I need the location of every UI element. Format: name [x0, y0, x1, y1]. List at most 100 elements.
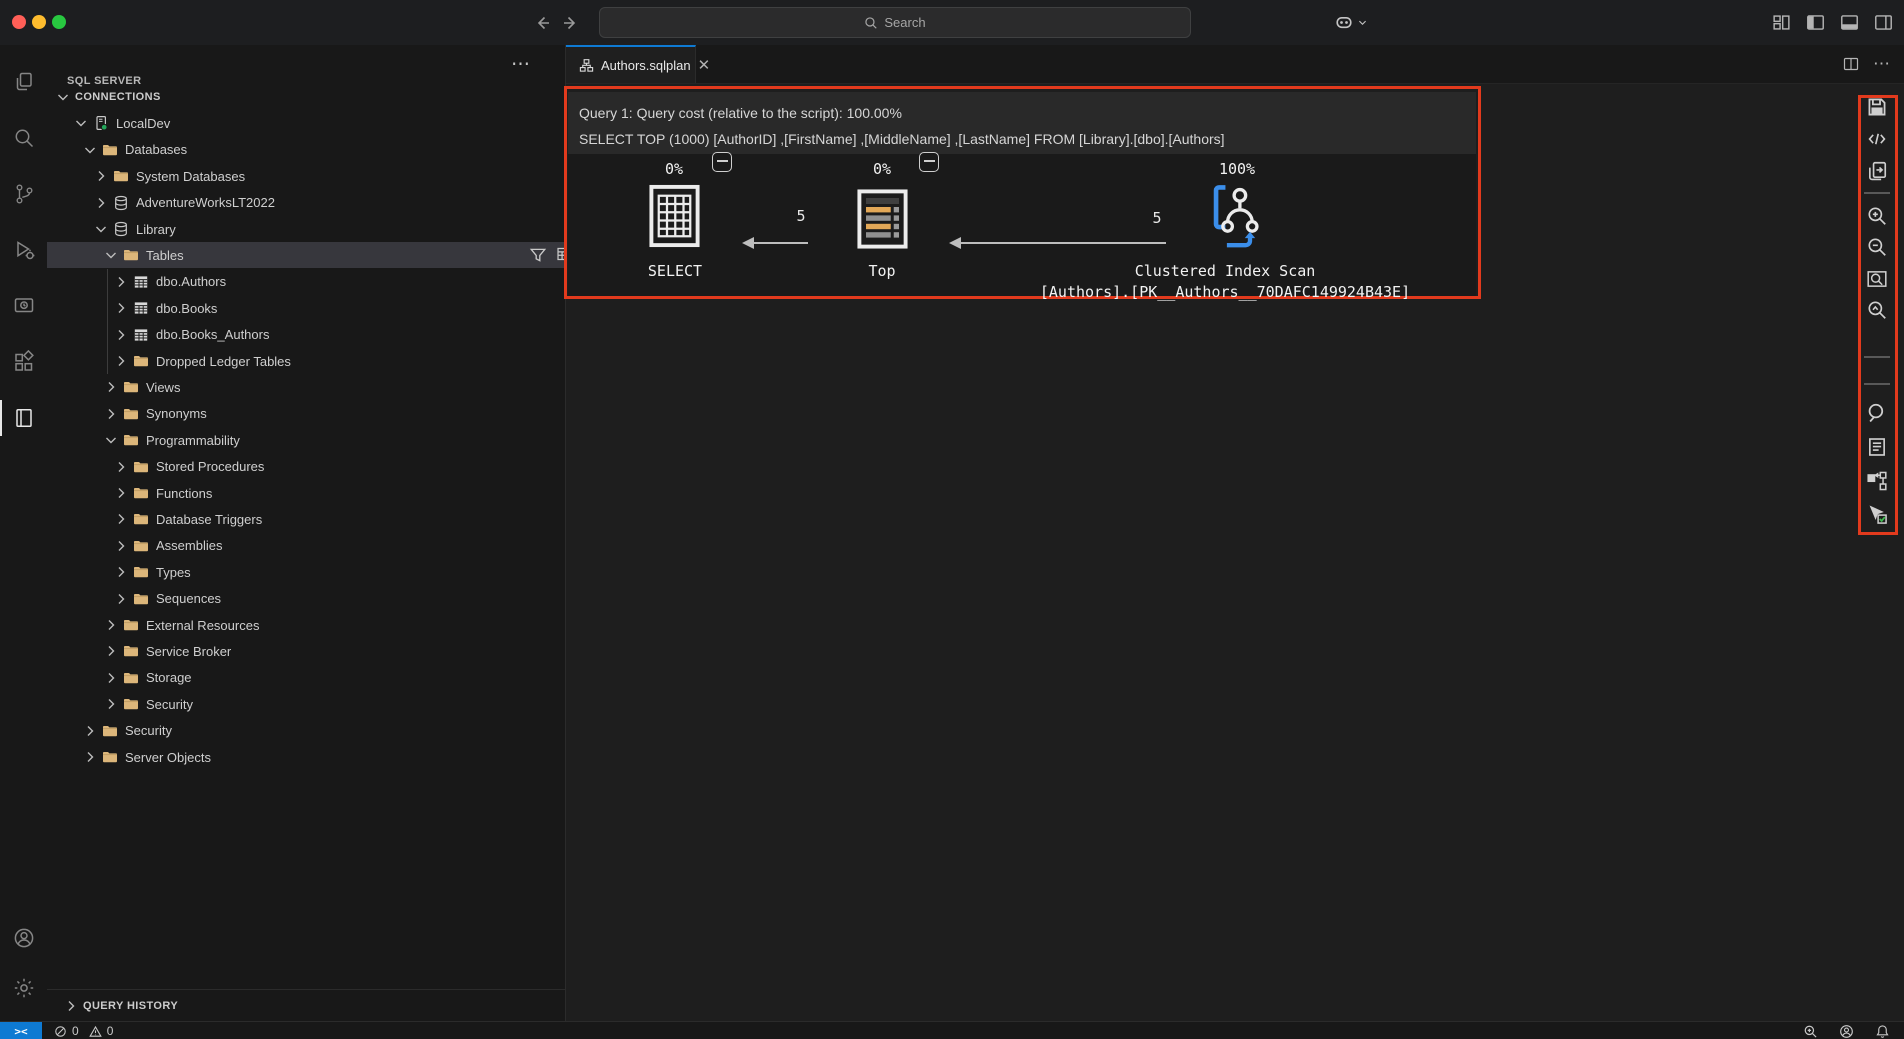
tree-item-adventureworkslt2022[interactable]: AdventureWorksLT2022 [47, 190, 611, 216]
tree-item-dbo-authors[interactable]: dbo.Authors [47, 269, 631, 295]
tree-item-server-objects[interactable]: Server Objects [47, 744, 600, 770]
query-history-panel[interactable]: QUERY HISTORY [47, 989, 565, 1022]
sidebar-more-actions-icon[interactable]: ⋯ [511, 53, 531, 76]
more-actions-icon[interactable]: ⋯ [1873, 54, 1890, 74]
settings-icon[interactable] [0, 965, 47, 1011]
tree-item-external-resources[interactable]: External Resources [47, 612, 621, 638]
custom-zoom-icon[interactable] [1866, 299, 1888, 321]
zoom-in-icon[interactable] [1866, 205, 1888, 227]
save-plan-icon[interactable] [1866, 96, 1888, 118]
split-editor-icon[interactable] [1843, 56, 1859, 72]
tree-item-connections[interactable]: CONNECTIONS [47, 84, 573, 110]
properties-icon[interactable] [1866, 436, 1888, 458]
chevron-right-icon[interactable] [113, 485, 129, 501]
traffic-light-close[interactable] [12, 15, 26, 29]
problems-status[interactable]: 0 0 [54, 1022, 113, 1039]
chevron-down-icon[interactable] [82, 142, 98, 158]
traffic-light-zoom[interactable] [52, 15, 66, 29]
tree-item-types[interactable]: Types [47, 559, 631, 585]
chevron-right-icon[interactable] [103, 406, 119, 422]
notebooks-icon[interactable] [0, 395, 47, 441]
customize-layout-icon[interactable] [1772, 13, 1791, 32]
chevron-right-icon[interactable] [103, 696, 119, 712]
zoom-status-icon[interactable] [1803, 1024, 1818, 1039]
chevron-down-icon[interactable] [73, 115, 89, 131]
chevron-right-icon[interactable] [103, 617, 119, 633]
chevron-right-icon[interactable] [103, 670, 119, 686]
tree-item-assemblies[interactable]: Assemblies [47, 533, 631, 559]
chevron-right-icon[interactable] [103, 379, 119, 395]
chevron-right-icon[interactable] [82, 749, 98, 765]
navigate-forward-icon[interactable] [561, 13, 581, 33]
traffic-light-minimize[interactable] [32, 15, 46, 29]
collapse-select-button[interactable] [712, 152, 732, 172]
run-and-debug-icon[interactable] [0, 227, 47, 273]
tree-item-databases[interactable]: Databases [47, 137, 600, 163]
chevron-right-icon[interactable] [82, 723, 98, 739]
compare-plan-icon[interactable] [1866, 470, 1888, 492]
tree-item-dbo-books[interactable]: dbo.Books [47, 295, 631, 321]
chevron-right-icon[interactable] [113, 564, 129, 580]
tree-item-security[interactable]: Security [47, 691, 621, 717]
toggle-primary-sidebar-icon[interactable] [1806, 13, 1825, 32]
chevron-down-icon[interactable] [93, 221, 109, 237]
copilot-menu-button[interactable] [1334, 12, 1368, 32]
chevron-right-icon[interactable] [113, 511, 129, 527]
chevron-down-icon[interactable] [103, 247, 119, 263]
chevron-right-icon[interactable] [113, 591, 129, 607]
tree-item-stored-procedures[interactable]: Stored Procedures [47, 454, 631, 480]
open-plan-xml-icon[interactable] [1866, 128, 1888, 150]
navigate-back-icon[interactable] [532, 13, 552, 33]
tree-item-dbo-books-authors[interactable]: dbo.Books_Authors [47, 322, 631, 348]
extensions-icon[interactable] [0, 339, 47, 385]
chevron-right-icon[interactable] [93, 195, 109, 211]
search-icon[interactable] [0, 115, 47, 161]
tree-item-dropped-ledger-tables[interactable]: Dropped Ledger Tables [47, 348, 631, 374]
notifications-bell-icon[interactable] [1875, 1024, 1890, 1039]
actual-plan-icon[interactable] [1866, 503, 1888, 525]
zoom-out-icon[interactable] [1866, 236, 1888, 258]
tree-item-sequences[interactable]: Sequences [47, 586, 631, 612]
tree-item-security-server[interactable]: Security [47, 718, 600, 744]
chevron-right-icon[interactable] [113, 459, 129, 475]
connections-icon[interactable] [0, 59, 47, 105]
toggle-panel-icon[interactable] [1840, 13, 1859, 32]
tree-item-functions[interactable]: Functions [47, 480, 631, 506]
tree-item-tables[interactable]: Tables [47, 242, 621, 269]
select-operator-icon[interactable] [649, 184, 700, 248]
tree-item-storage[interactable]: Storage [47, 665, 621, 691]
chevron-down-icon[interactable] [55, 89, 71, 105]
source-control-icon[interactable] [0, 171, 47, 217]
task-history-icon[interactable] [0, 283, 47, 329]
chevron-right-icon[interactable] [93, 168, 109, 184]
tree-item-service-broker[interactable]: Service Broker [47, 638, 621, 664]
accounts-icon[interactable] [0, 915, 47, 961]
tree-item-database-triggers[interactable]: Database Triggers [47, 506, 631, 532]
chevron-right-icon[interactable] [113, 327, 129, 343]
tree-item-views[interactable]: Views [47, 374, 621, 400]
close-icon[interactable]: ✕ [698, 58, 711, 73]
tree-item-programmability[interactable]: Programmability [47, 427, 621, 453]
tab-authors-sqlplan[interactable]: Authors.sqlplan ✕ [566, 45, 710, 83]
chevron-right-icon[interactable] [103, 643, 119, 659]
chevron-right-icon[interactable] [113, 353, 129, 369]
open-query-icon[interactable] [1866, 160, 1888, 182]
search-input[interactable]: Search [599, 7, 1191, 38]
collapse-top-button[interactable] [919, 152, 939, 172]
chevron-right-icon[interactable] [113, 538, 129, 554]
tree-item-synonyms[interactable]: Synonyms [47, 401, 621, 427]
tree-item-library[interactable]: Library [47, 216, 611, 242]
chevron-right-icon[interactable] [113, 300, 129, 316]
filter-icon[interactable] [529, 246, 547, 264]
top-operator-icon[interactable] [857, 189, 908, 249]
tree-item-system-databases[interactable]: System Databases [47, 163, 611, 189]
clustered-index-scan-icon[interactable] [1211, 182, 1263, 252]
account-status-icon[interactable] [1839, 1024, 1854, 1039]
tree-item-localdev[interactable]: LocalDev [47, 110, 591, 136]
zoom-to-fit-icon[interactable] [1866, 268, 1888, 290]
chevron-right-icon[interactable] [113, 274, 129, 290]
find-node-icon[interactable] [1866, 402, 1888, 424]
remote-indicator[interactable]: >< [0, 1022, 42, 1039]
toggle-secondary-sidebar-icon[interactable] [1874, 13, 1893, 32]
chevron-down-icon[interactable] [103, 432, 119, 448]
